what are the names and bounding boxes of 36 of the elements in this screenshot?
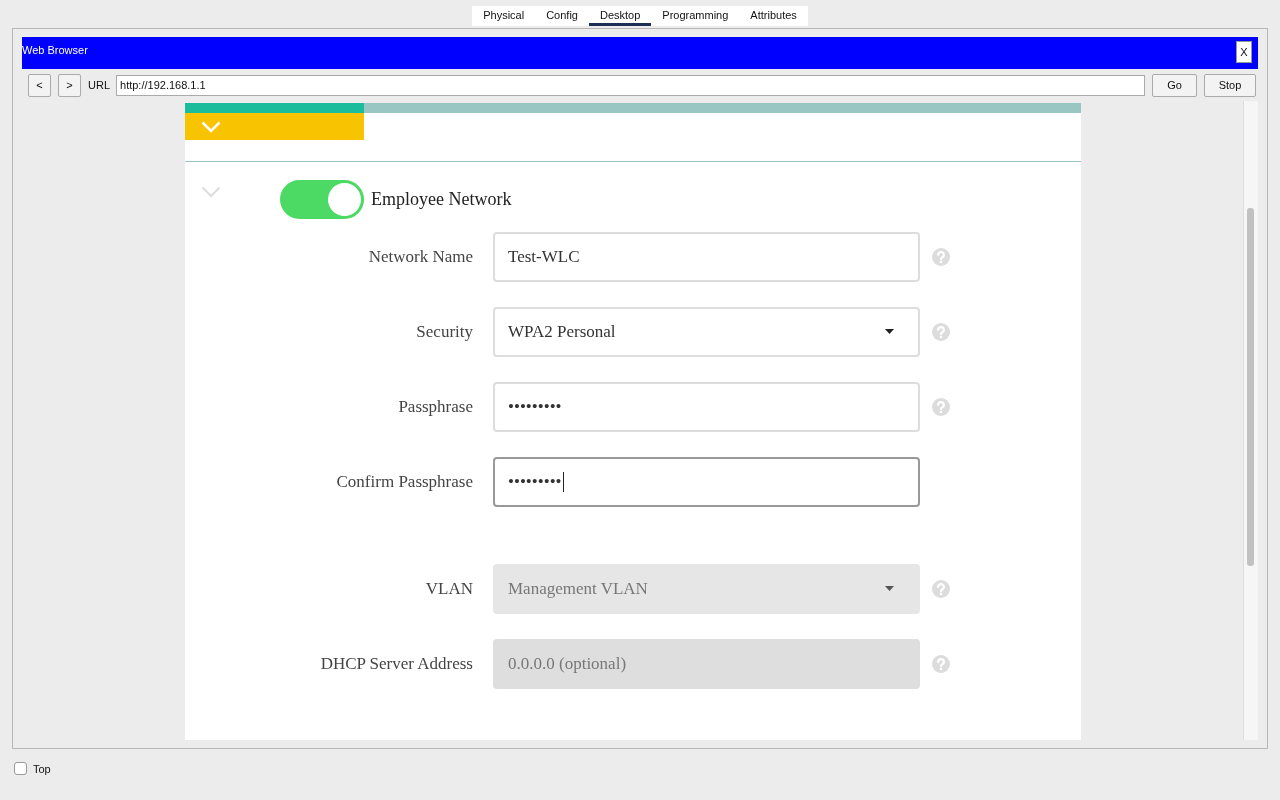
device-tab[interactable]: Physical <box>472 6 536 26</box>
help-icon[interactable] <box>932 323 950 341</box>
checkbox[interactable] <box>14 762 27 775</box>
device-tab[interactable]: Programming <box>651 6 740 26</box>
forward-button[interactable]: > <box>58 73 81 97</box>
field-label: Passphrase <box>398 397 473 417</box>
dropdown-arrow-icon <box>885 586 894 591</box>
stop-button[interactable]: Stop <box>1204 73 1256 97</box>
go-button[interactable]: Go <box>1152 73 1197 97</box>
dropdown-arrow-icon <box>885 329 894 334</box>
chevron-down-icon <box>201 120 221 133</box>
input-field[interactable]: Test-WLC <box>493 232 920 282</box>
scrollbar[interactable] <box>1243 101 1258 740</box>
help-icon[interactable] <box>932 398 950 416</box>
step-tab[interactable] <box>185 113 364 140</box>
field-label: Security <box>416 322 473 342</box>
field-label: Confirm Passphrase <box>336 472 473 492</box>
toggle-switch[interactable] <box>280 180 364 219</box>
field-label: DHCP Server Address <box>320 654 473 674</box>
select-field[interactable]: WPA2 Personal <box>493 307 920 357</box>
password-field[interactable]: ••••••••• <box>493 382 920 432</box>
back-button[interactable]: < <box>28 73 51 97</box>
network-title: Employee Network <box>371 189 512 210</box>
window-title: Web Browser <box>22 44 88 56</box>
chevron-down-icon[interactable] <box>201 186 221 198</box>
device-tab[interactable]: Attributes <box>739 6 808 26</box>
help-icon[interactable] <box>932 248 950 266</box>
device-tab[interactable]: Config <box>535 6 589 26</box>
field-label: VLAN <box>425 579 473 599</box>
field-label: Network Name <box>368 247 473 267</box>
password-field[interactable]: ••••••••• <box>493 457 920 507</box>
device-tab[interactable]: Desktop <box>588 6 652 26</box>
url-label: URL <box>88 79 110 91</box>
url-field[interactable]: http://192.168.1.1 <box>116 74 1145 96</box>
close-button[interactable]: X <box>1236 41 1252 63</box>
checkbox-label: Top <box>33 762 51 775</box>
